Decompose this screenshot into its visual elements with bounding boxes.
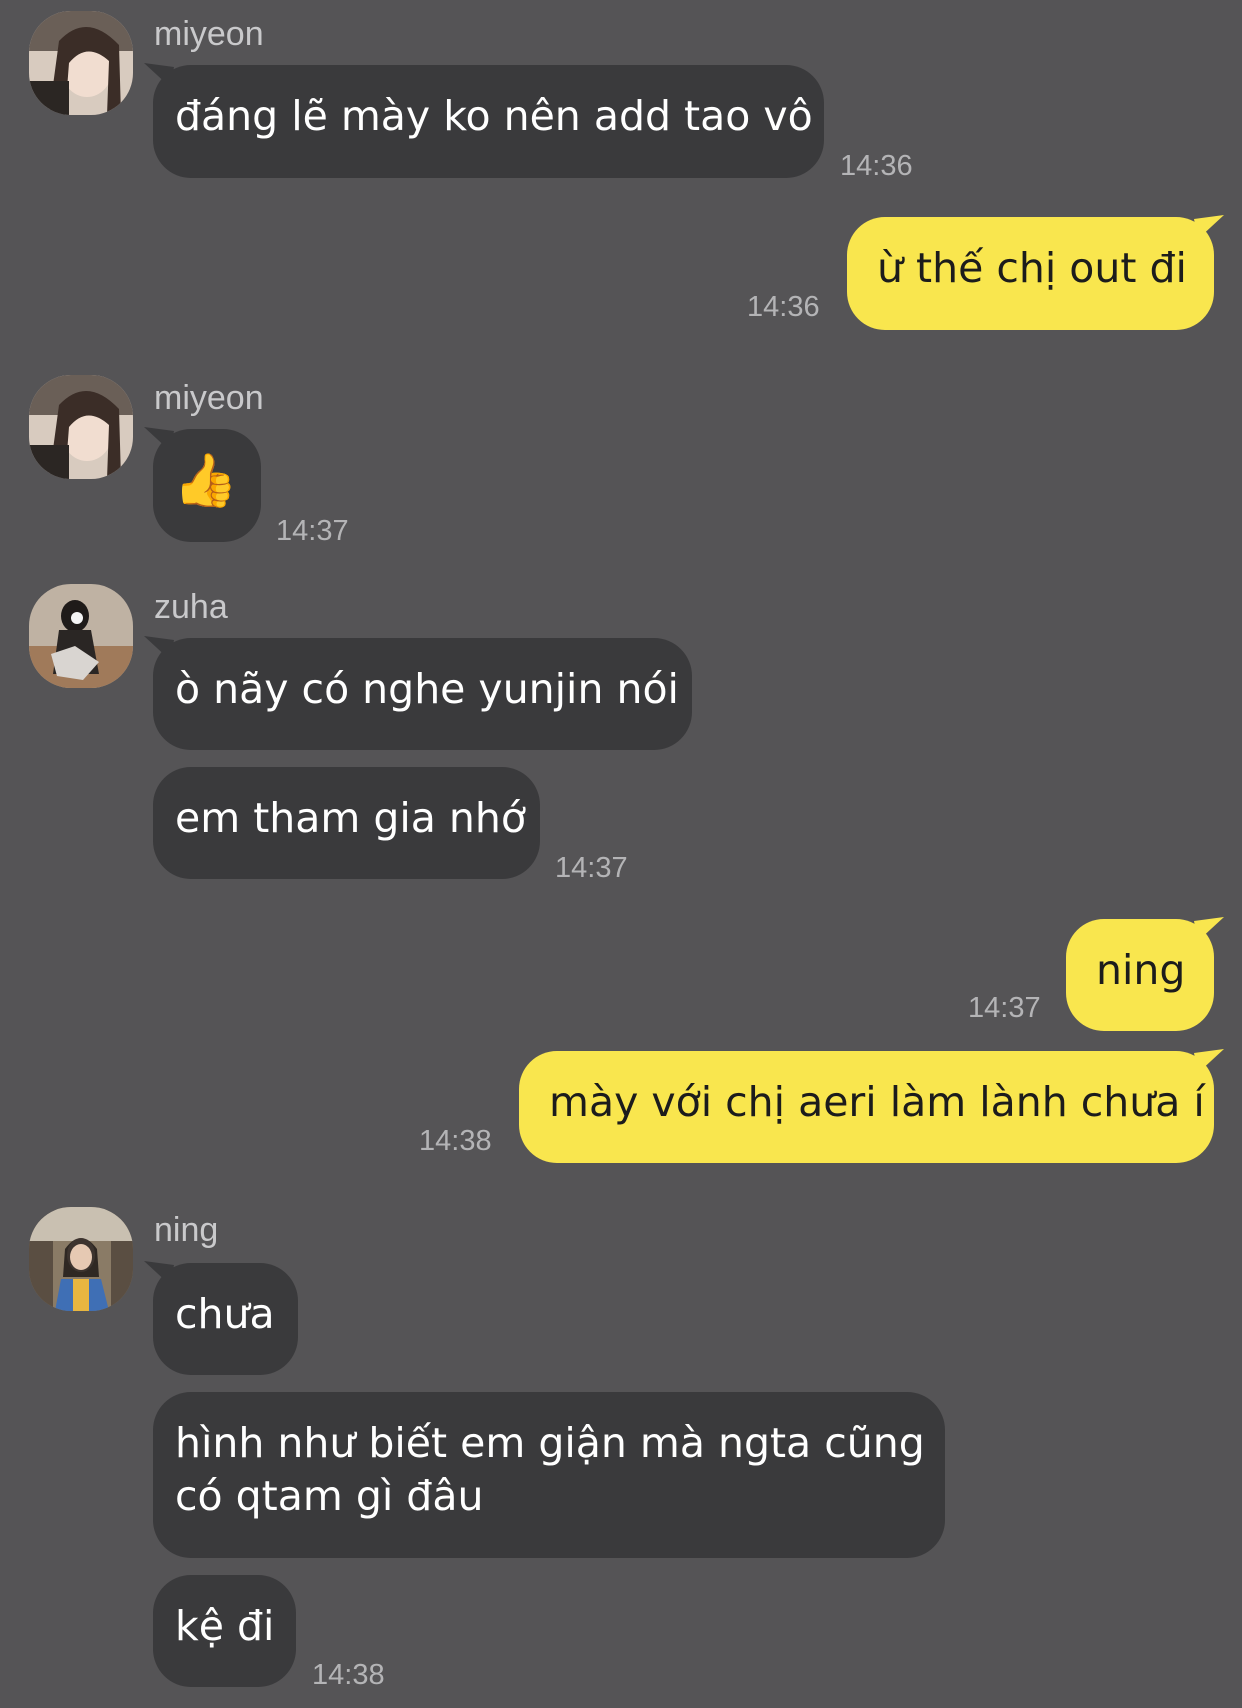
message-timestamp: 14:36 xyxy=(747,291,820,323)
message-timestamp: 14:37 xyxy=(276,515,349,547)
bubble-tail xyxy=(1194,1049,1224,1073)
avatar-ning[interactable] xyxy=(29,1207,133,1311)
message-text: chưa xyxy=(175,1290,275,1338)
avatar-zuha[interactable] xyxy=(29,584,133,688)
message-text: em tham gia nhớ xyxy=(175,794,526,842)
bubble-tail xyxy=(144,63,174,87)
bubble-tail xyxy=(1194,917,1224,941)
thumbs-up-icon: 👍 xyxy=(173,451,238,511)
bubble-tail xyxy=(144,427,174,451)
incoming-message-bubble[interactable]: kệ đi xyxy=(153,1575,296,1687)
incoming-message-bubble[interactable]: hình như biết em giận mà ngta cũng có qt… xyxy=(153,1392,945,1558)
bubble-tail xyxy=(144,636,174,660)
bubble-tail xyxy=(144,1261,174,1285)
message-timestamp: 14:36 xyxy=(840,150,913,182)
incoming-message-bubble[interactable]: em tham gia nhớ xyxy=(153,767,540,879)
sender-name: zuha xyxy=(154,588,228,626)
message-timestamp: 14:37 xyxy=(555,852,628,884)
message-text: ning xyxy=(1096,946,1186,994)
bubble-tail xyxy=(1194,215,1224,239)
sender-name: miyeon xyxy=(154,379,264,417)
outgoing-message-bubble[interactable]: ừ thế chị out đi xyxy=(847,215,1224,330)
message-text: ò nãy có nghe yunjin nói xyxy=(175,665,679,713)
message-text-line: hình như biết em giận mà ngta cũng xyxy=(175,1419,925,1467)
sender-name: ning xyxy=(154,1211,219,1249)
incoming-message-bubble[interactable]: đáng lẽ mày ko nên add tao vô xyxy=(144,63,824,178)
message-timestamp: 14:37 xyxy=(968,992,1041,1024)
sender-name: miyeon xyxy=(154,15,264,53)
avatar-miyeon[interactable] xyxy=(29,11,133,115)
message-text: mày với chị aeri làm lành chưa í xyxy=(549,1078,1205,1126)
avatar-miyeon[interactable] xyxy=(29,375,133,479)
outgoing-message-bubble[interactable]: ning xyxy=(1066,917,1224,1031)
message-text: kệ đi xyxy=(175,1602,275,1650)
incoming-message-bubble[interactable]: chưa xyxy=(144,1261,298,1375)
incoming-message-bubble[interactable]: ò nãy có nghe yunjin nói xyxy=(144,636,692,750)
message-text: ừ thế chị out đi xyxy=(877,244,1187,292)
message-text-line: có qtam gì đâu xyxy=(175,1472,484,1520)
message-timestamp: 14:38 xyxy=(312,1659,385,1691)
outgoing-message-bubble[interactable]: mày với chị aeri làm lành chưa í xyxy=(519,1049,1224,1163)
incoming-message-bubble[interactable]: 👍 xyxy=(144,427,261,542)
message-timestamp: 14:38 xyxy=(419,1125,492,1157)
message-text: đáng lẽ mày ko nên add tao vô xyxy=(175,92,813,140)
